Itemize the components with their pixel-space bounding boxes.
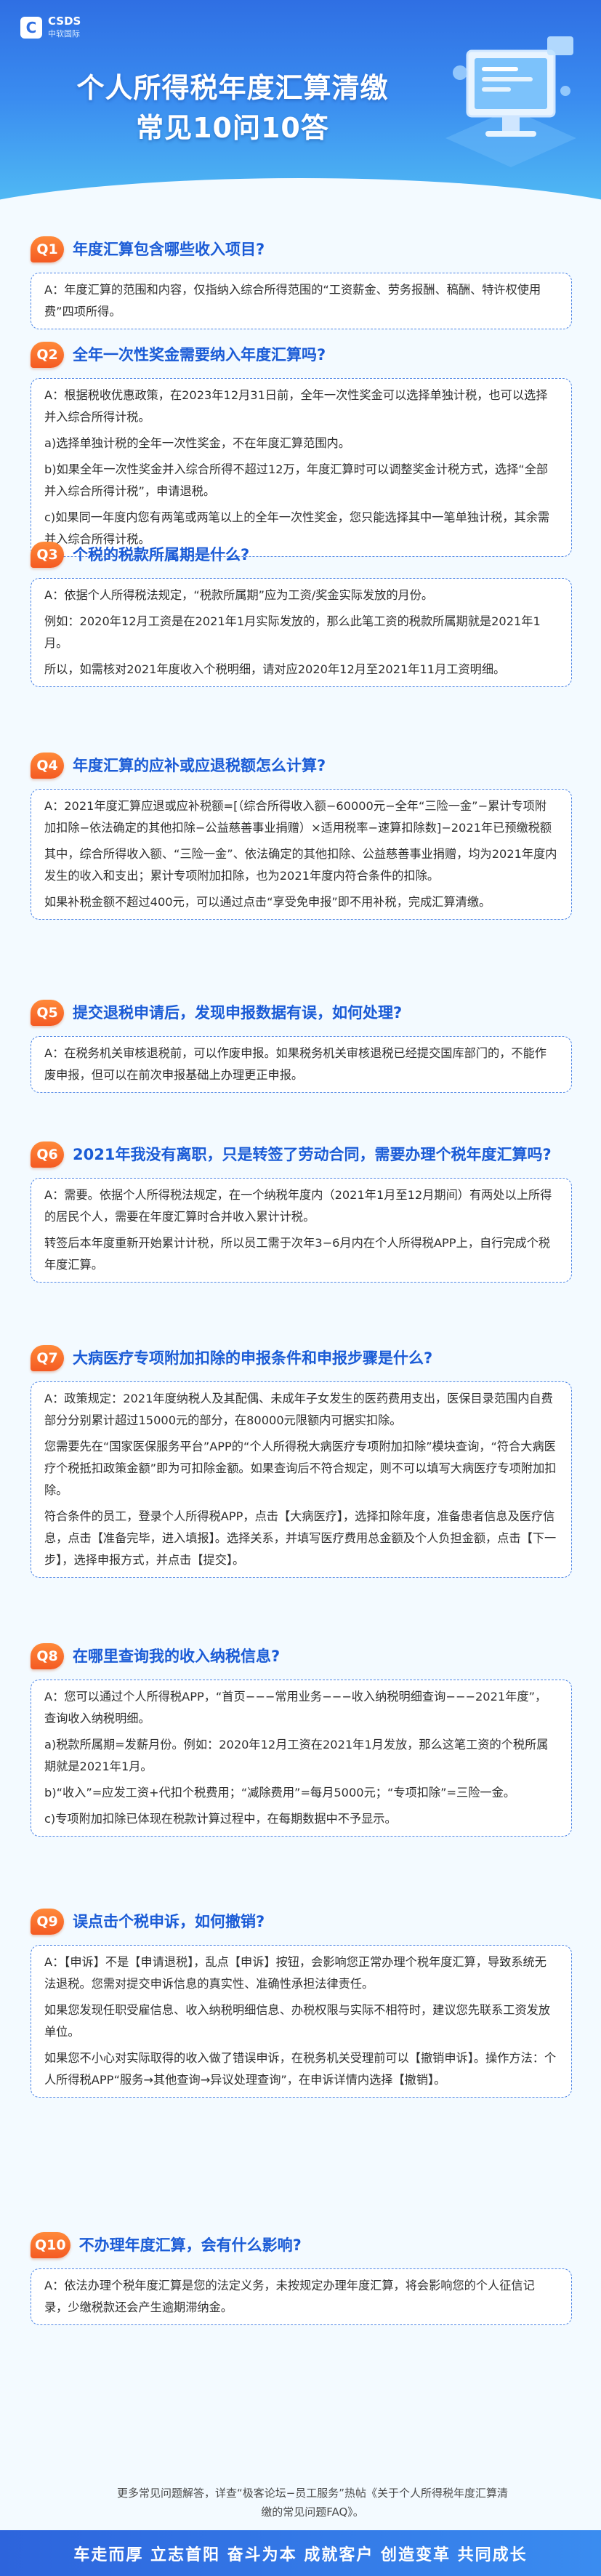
answer-paragraph: A：年度汇算的范围和内容，仅指纳入综合所得范围的“工资薪金、劳务报酬、稿酬、特许… [44,283,541,318]
footer-slogan: 车走而厚 立志首阳 奋斗为本 成就客户 创造变革 共同成长 [73,2545,528,2564]
answer-paragraph: A：在税务机关审核退税前，可以作废申报。如果税务机关审核退税已经提交国库部门的，… [44,1046,546,1082]
answer-box: A：需要。依据个人所得税法规定，在一个纳税年度内（2021年1月至12月期间）有… [31,1178,572,1283]
answer-paragraph: A：政策规定：2021年度纳税人及其配偶、未成年子女发生的医药费用支出，医保目录… [44,1392,553,1427]
answer-box: A：在税务机关审核退税前，可以作废申报。如果税务机关审核退税已经提交国库部门的，… [31,1036,572,1093]
qa-item: Q3 个税的税款所属期是什么? A：依据个人所得税法规定，“税款所属期”应为工资/奖… [31,542,572,687]
question-text: 年度汇算包含哪些收入项目? [73,241,265,258]
question-badge: Q7 [31,1345,64,1371]
question-text: 年度汇算的应补或应退税额怎么计算? [73,757,326,774]
logo-mark: C [20,16,42,39]
page-title-line1: 个人所得税年度汇算清缴 [76,72,389,104]
answer-paragraph: a)选择单独计税的全年一次性奖金，不在年度汇算范围内。 [44,436,350,450]
question-text: 不办理年度汇算，会有什么影响? [78,2236,302,2254]
answer-paragraph: 其中，综合所得收入额、“三险一金”、依法确定的其他扣除、公益慈善事业捐赠，均为2… [44,847,557,883]
answer-paragraph: 如果您发现任职受雇信息、收入纳税明细信息、办税权限与实际不相符时，建议您先联系工… [44,2003,551,2039]
answer-paragraph: b)如果全年一次性奖金并入综合所得不超过12万，年度汇算时可以调整奖金计税方式，… [44,462,549,498]
answer-paragraph: A：【申诉】不是【申请退税】，乱点【申诉】按钮，会影响您正常办理个税年度汇算，导… [44,1955,546,1991]
question-text: 2021年我没有离职，只是转签了劳动合同，需要办理个税年度汇算吗? [73,1146,552,1163]
question-badge: Q4 [31,753,64,779]
qa-item: Q4 年度汇算的应补或应退税额怎么计算? A：2021年度汇算应退或应补税额=[（综… [31,753,572,920]
answer-paragraph: 转签后本年度重新开始累计计税，所以员工需于次年3−6月内在个人所得税APP上，自… [44,1236,551,1272]
question-badge: Q8 [31,1643,64,1669]
footer-note: 更多常见问题解答，详查“极客论坛−员工服务”热帖《关于个人所得税年度汇算清缴的常… [116,2487,509,2519]
question-row: Q4 年度汇算的应补或应退税额怎么计算? [31,753,572,779]
question-text: 大病医疗专项附加扣除的申报条件和申报步骤是什么? [73,1349,433,1367]
qa-item: Q2 全年一次性奖金需要纳入年度汇算吗? A：根据税收优惠政策，在2023年12月3… [31,342,572,557]
page: C CSDS 中软国际 个人所得税年度汇算清缴 常见10问10答 Q1 年度汇算包… [0,0,601,2576]
question-badge: Q9 [31,1909,64,1935]
question-badge: Q5 [31,1000,64,1026]
qa-item: Q1 年度汇算包含哪些收入项目? A：年度汇算的范围和内容，仅指纳入综合所得范围的“… [31,236,572,329]
question-badge: Q2 [31,342,64,368]
header-banner: C CSDS 中软国际 个人所得税年度汇算清缴 常见10问10答 [0,0,601,218]
answer-box: A：2021年度汇算应退或应补税额=[（综合所得收入额−60000元−全年“三险… [31,789,572,920]
answer-box: A：政策规定：2021年度纳税人及其配偶、未成年子女发生的医药费用支出，医保目录… [31,1381,572,1578]
answer-paragraph: c)专项附加扣除已体现在税款计算过程中，在每期数据中不予显示。 [44,1812,397,1826]
answer-box: A：根据税收优惠政策，在2023年12月31日前，全年一次性奖金可以选择单独计税… [31,378,572,557]
answer-paragraph: 例如：2020年12月工资是在2021年1月实际发放的，那么此笔工资的税款所属期… [44,614,541,650]
qa-item: Q8 在哪里查询我的收入纳税信息? A：您可以通过个人所得税APP，“首页−−−常用… [31,1643,572,1837]
answer-box: A：依据个人所得税法规定，“税款所属期”应为工资/奖金实际发放的月份。例如：20… [31,578,572,687]
answer-box: A：年度汇算的范围和内容，仅指纳入综合所得范围的“工资薪金、劳务报酬、稿酬、特许… [31,273,572,329]
qa-item: Q6 2021年我没有离职，只是转签了劳动合同，需要办理个税年度汇算吗? A：需要。… [31,1141,572,1283]
answer-paragraph: A：2021年度汇算应退或应补税额=[（综合所得收入额−60000元−全年“三险… [44,799,552,835]
footer-slogan-bar: 车走而厚 立志首阳 奋斗为本 成就客户 创造变革 共同成长 [0,2530,601,2576]
page-title-line2: 常见10问10答 [136,112,329,144]
question-text: 提交退税申请后，发现申报数据有误，如何处理? [73,1004,403,1022]
question-text: 全年一次性奖金需要纳入年度汇算吗? [73,346,326,364]
logo-name: CSDS [48,15,81,28]
answer-box: A：您可以通过个人所得税APP，“首页−−−常用业务−−−收入纳税明细查询−−−… [31,1680,572,1837]
question-row: Q8 在哪里查询我的收入纳税信息? [31,1643,572,1669]
question-badge: Q10 [31,2232,70,2258]
answer-paragraph: A：需要。依据个人所得税法规定，在一个纳税年度内（2021年1月至12月期间）有… [44,1188,552,1224]
question-row: Q5 提交退税申请后，发现申报数据有误，如何处理? [31,1000,572,1026]
question-row: Q10 不办理年度汇算，会有什么影响? [31,2232,572,2258]
question-row: Q1 年度汇算包含哪些收入项目? [31,236,572,262]
question-text: 误点击个税申诉，如何撤销? [73,1913,265,1930]
answer-paragraph: 您需要先在“国家医保服务平台”APP的“个人所得税大病医疗专项附加扣除”模块查询… [44,1440,557,1497]
question-badge: Q1 [31,236,64,262]
answer-paragraph: A：依据个人所得税法规定，“税款所属期”应为工资/奖金实际发放的月份。 [44,588,434,602]
answer-paragraph: A：根据税收优惠政策，在2023年12月31日前，全年一次性奖金可以选择单独计税… [44,388,548,424]
answer-paragraph: A：您可以通过个人所得税APP，“首页−−−常用业务−−−收入纳税明细查询−−−… [44,1690,547,1725]
qa-item: Q5 提交退税申请后，发现申报数据有误，如何处理? A：在税务机关审核退税前，可以作… [31,1000,572,1093]
answer-paragraph: 所以，如需核对2021年度收入个税明细，请对应2020年12月至2021年11月… [44,662,506,676]
question-row: Q9 误点击个税申诉，如何撤销? [31,1909,572,1935]
logo: C CSDS 中软国际 [20,16,81,39]
answer-paragraph: 符合条件的员工，登录个人所得税APP，点击【大病医疗】，选择扣除年度，准备患者信… [44,1509,557,1567]
question-badge: Q3 [31,542,64,568]
qa-item: Q9 误点击个税申诉，如何撤销? A：【申诉】不是【申请退税】，乱点【申诉】按钮，会… [31,1909,572,2098]
qa-item: Q7 大病医疗专项附加扣除的申报条件和申报步骤是什么? A：政策规定：2021年度纳… [31,1345,572,1578]
question-text: 个税的税款所属期是什么? [73,546,250,563]
answer-paragraph: 如果您不小心对实际取得的收入做了错误申诉，在税务机关受理前可以【撤销申诉】。操作… [44,2051,557,2087]
computer-illustration-icon [445,36,576,167]
qa-item: Q10 不办理年度汇算，会有什么影响? A：依法办理个税年度汇算是您的法定义务，未按… [31,2232,572,2325]
answer-paragraph: b)“收入”=应发工资+代扣个税费用；“减除费用”=每月5000元；“专项扣除”… [44,1786,515,1799]
logo-sub: 中软国际 [48,29,80,39]
answer-paragraph: 如果补税金额不超过400元，可以通过点击“享受免申报”即不用补税，完成汇算清缴。 [44,895,491,909]
answer-box: A：【申诉】不是【申请退税】，乱点【申诉】按钮，会影响您正常办理个税年度汇算，导… [31,1945,572,2098]
answer-box: A：依法办理个税年度汇算是您的法定义务，未按规定办理年度汇算，将会影响您的个人征… [31,2268,572,2325]
question-row: Q2 全年一次性奖金需要纳入年度汇算吗? [31,342,572,368]
question-row: Q7 大病医疗专项附加扣除的申报条件和申报步骤是什么? [31,1345,572,1371]
answer-paragraph: A：依法办理个税年度汇算是您的法定义务，未按规定办理年度汇算，将会影响您的个人征… [44,2279,535,2314]
question-text: 在哪里查询我的收入纳税信息? [73,1648,281,1665]
question-row: Q3 个税的税款所属期是什么? [31,542,572,568]
question-badge: Q6 [31,1141,64,1168]
question-row: Q6 2021年我没有离职，只是转签了劳动合同，需要办理个税年度汇算吗? [31,1141,572,1168]
answer-paragraph: a)税款所属期=发薪月份。例如：2020年12月工资在2021年1月发放，那么这… [44,1738,549,1773]
